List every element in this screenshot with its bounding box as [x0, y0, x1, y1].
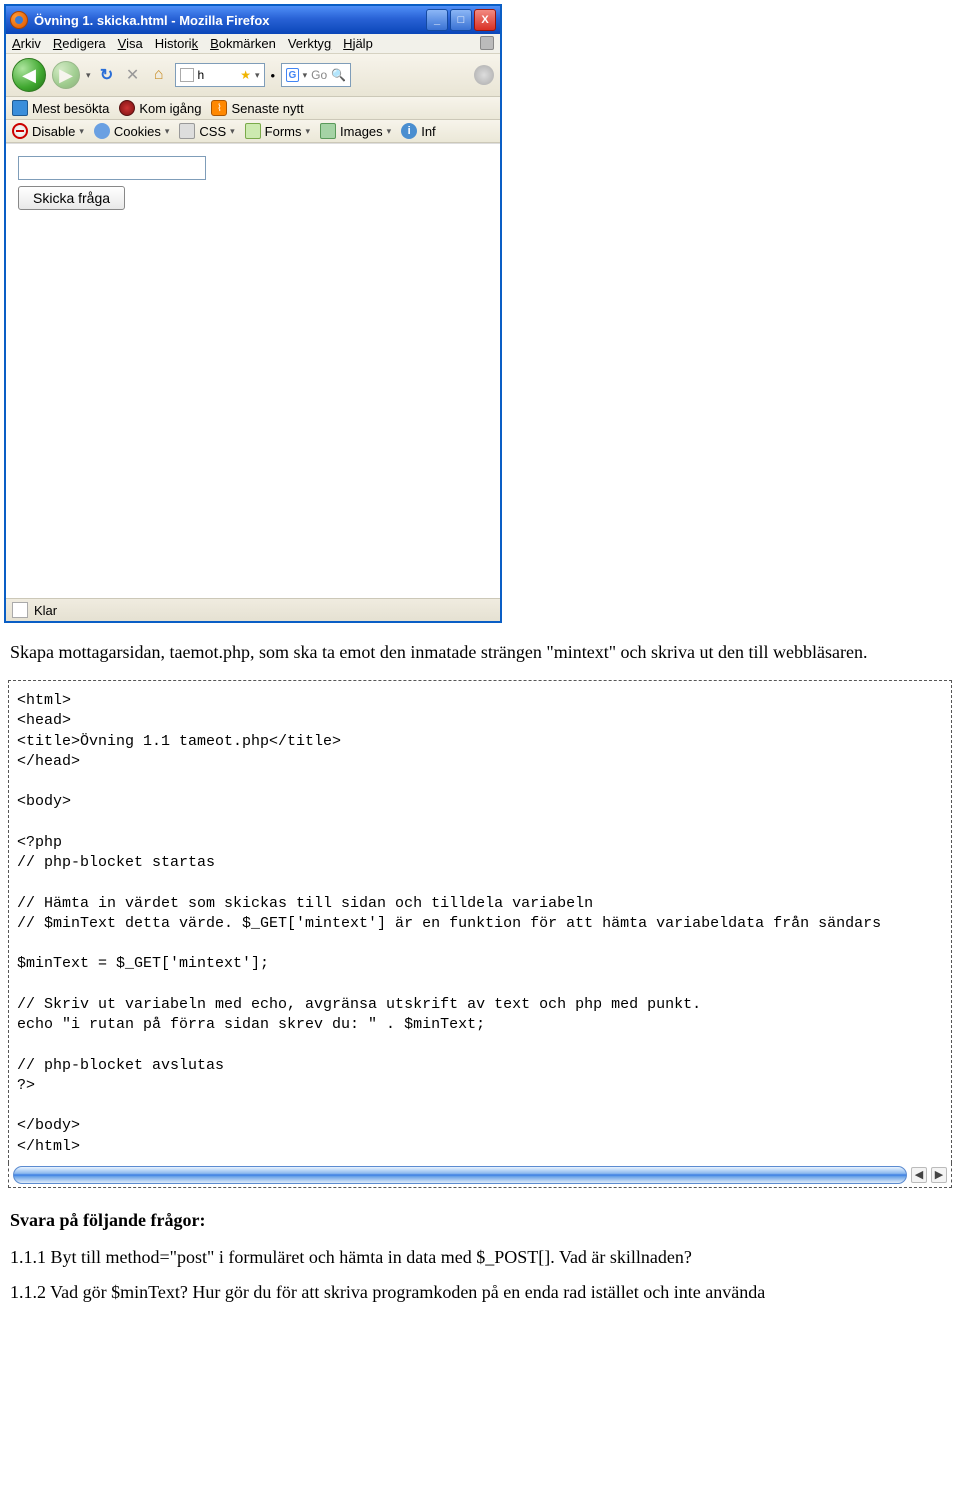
- chevron-down-icon: ▾: [79, 126, 84, 137]
- menu-hjalp[interactable]: Hjälp: [343, 36, 373, 51]
- bookmark-label: Kom igång: [139, 101, 201, 116]
- dev-label: Images: [340, 124, 383, 139]
- code-line: <?php: [17, 834, 62, 851]
- bookmark-latest-news[interactable]: ⌇ Senaste nytt: [211, 100, 303, 116]
- titlebar[interactable]: Övning 1. skicka.html - Mozilla Firefox …: [6, 6, 500, 34]
- chevron-down-icon: ▾: [165, 126, 170, 137]
- url-text: h: [198, 68, 205, 82]
- bookmark-most-visited[interactable]: Mest besökta: [12, 100, 109, 116]
- close-button[interactable]: X: [474, 9, 496, 31]
- mintext-input[interactable]: [18, 156, 206, 180]
- rss-icon: ⌇: [211, 100, 227, 116]
- reload-button[interactable]: ↻: [97, 65, 117, 85]
- code-line: <html>: [17, 692, 71, 709]
- mozilla-icon: [119, 100, 135, 116]
- info-icon: i: [401, 123, 417, 139]
- status-page-icon: [12, 602, 28, 618]
- code-block: <html> <head> <title>Övning 1.1 tameot.p…: [8, 680, 952, 1163]
- statusbar: Klar: [6, 598, 500, 621]
- dev-label: Inf: [421, 124, 435, 139]
- submit-button[interactable]: Skicka fråga: [18, 186, 125, 210]
- code-line: // Hämta in värdet som skickas till sida…: [17, 895, 593, 912]
- dev-css[interactable]: CSS ▾: [179, 123, 234, 139]
- dev-forms[interactable]: Forms ▾: [245, 123, 310, 139]
- restore-icon[interactable]: [480, 36, 494, 50]
- images-icon: [320, 123, 336, 139]
- code-line: <title>Övning 1.1 tameot.php</title>: [17, 733, 341, 750]
- home-button[interactable]: ⌂: [149, 65, 169, 85]
- throbber-icon: [474, 65, 494, 85]
- dev-label: Disable: [32, 124, 75, 139]
- code-line: echo "i rutan på förra sidan skrev du: "…: [17, 1016, 485, 1033]
- dev-label: Forms: [265, 124, 302, 139]
- menu-visa[interactable]: Visa: [118, 36, 143, 51]
- url-dropdown-icon[interactable]: ▾: [255, 70, 260, 81]
- questions-section: Svara på följande frågor: 1.1.1 Byt till…: [0, 1188, 960, 1303]
- scroll-right-button[interactable]: ▶: [931, 1167, 947, 1183]
- menu-arkiv[interactable]: Arkiv: [12, 36, 41, 51]
- window-title: Övning 1. skicka.html - Mozilla Firefox: [34, 13, 426, 28]
- code-line: </head>: [17, 753, 80, 770]
- intro-paragraph: Skapa mottagarsidan, taemot.php, som ska…: [10, 641, 950, 664]
- search-bar[interactable]: G ▾ Go 🔍: [281, 63, 351, 87]
- question-1: 1.1.1 Byt till method="post" i formuläre…: [10, 1247, 950, 1268]
- search-engine-dropdown-icon[interactable]: ▾: [303, 70, 308, 81]
- back-button[interactable]: ◀: [12, 58, 46, 92]
- folder-icon: [12, 100, 28, 116]
- scrollbar-track[interactable]: [13, 1166, 907, 1184]
- chevron-down-icon: ▾: [306, 126, 311, 137]
- scroll-left-button[interactable]: ◀: [911, 1167, 927, 1183]
- chevron-down-icon: ▾: [387, 126, 392, 137]
- dev-information[interactable]: i Inf: [401, 123, 435, 139]
- bookmark-getting-started[interactable]: Kom igång: [119, 100, 201, 116]
- forward-button[interactable]: ▶: [52, 61, 80, 89]
- code-line: <body>: [17, 793, 71, 810]
- menu-historik[interactable]: Historik: [155, 36, 198, 51]
- dev-label: Cookies: [114, 124, 161, 139]
- user-icon: [94, 123, 110, 139]
- code-line: <head>: [17, 712, 71, 729]
- menubar: Arkiv Redigera Visa Historik Bokmärken V…: [6, 34, 500, 54]
- code-line: // $minText detta värde. $_GET['mintext'…: [17, 915, 881, 932]
- horizontal-scrollbar[interactable]: ◀ ▶: [8, 1163, 952, 1188]
- code-line: </html>: [17, 1138, 80, 1155]
- code-line: // Skriv ut variabeln med echo, avgränsa…: [17, 996, 701, 1013]
- page-content: Skicka fråga: [6, 143, 500, 598]
- code-line: </body>: [17, 1117, 80, 1134]
- status-text: Klar: [34, 603, 57, 618]
- menu-verktyg[interactable]: Verktyg: [288, 36, 331, 51]
- dev-cookies[interactable]: Cookies ▾: [94, 123, 170, 139]
- bookmarks-toolbar: Mest besökta Kom igång ⌇ Senaste nytt: [6, 97, 500, 120]
- code-line: $minText = $_GET['mintext'];: [17, 955, 269, 972]
- firefox-window: Övning 1. skicka.html - Mozilla Firefox …: [4, 4, 502, 623]
- stop-button[interactable]: ✕: [123, 65, 143, 85]
- css-icon: [179, 123, 195, 139]
- url-bar[interactable]: h ★ ▾: [175, 63, 265, 87]
- maximize-button[interactable]: □: [450, 9, 472, 31]
- search-placeholder: Go: [311, 68, 327, 82]
- document-text: Skapa mottagarsidan, taemot.php, som ska…: [0, 623, 960, 664]
- nav-toolbar: ◀ ▶ ▾ ↻ ✕ ⌂ h ★ ▾ • G ▾ Go 🔍: [6, 54, 500, 97]
- code-line: // php-blocket startas: [17, 854, 215, 871]
- bookmark-label: Mest besökta: [32, 101, 109, 116]
- page-icon: [180, 68, 194, 82]
- google-icon: G: [286, 68, 299, 82]
- menu-redigera[interactable]: Redigera: [53, 36, 106, 51]
- questions-heading: Svara på följande frågor:: [10, 1210, 950, 1231]
- firefox-icon: [10, 11, 28, 29]
- noentry-icon: [12, 123, 28, 139]
- question-2: 1.1.2 Vad gör $minText? Hur gör du för a…: [10, 1282, 950, 1303]
- code-line: // php-blocket avslutas: [17, 1057, 224, 1074]
- menu-bokmarken[interactable]: Bokmärken: [210, 36, 276, 51]
- dev-disable[interactable]: Disable ▾: [12, 123, 84, 139]
- developer-toolbar: Disable ▾ Cookies ▾ CSS ▾ Forms ▾ Images…: [6, 120, 500, 143]
- history-dropdown-icon[interactable]: ▾: [86, 70, 91, 81]
- chevron-down-icon: ▾: [230, 126, 235, 137]
- forms-icon: [245, 123, 261, 139]
- dev-images[interactable]: Images ▾: [320, 123, 391, 139]
- minimize-button[interactable]: _: [426, 9, 448, 31]
- dev-label: CSS: [199, 124, 226, 139]
- bookmark-label: Senaste nytt: [231, 101, 303, 116]
- code-line: ?>: [17, 1077, 35, 1094]
